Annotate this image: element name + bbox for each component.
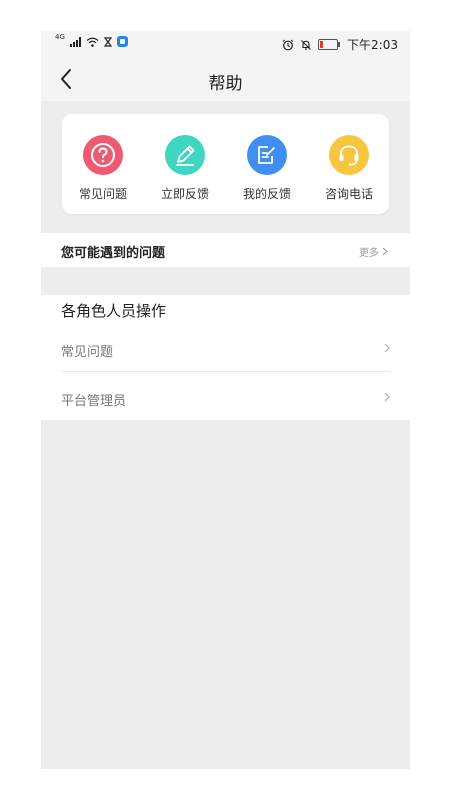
list-item-platform-admin[interactable]: 平台管理员 bbox=[61, 374, 390, 422]
navigation-bar: 帮助 bbox=[41, 57, 410, 101]
note-icon bbox=[247, 135, 287, 175]
status-left: 4G bbox=[55, 33, 128, 47]
clock-time: 下午2:03 bbox=[347, 38, 398, 52]
question-icon bbox=[83, 135, 123, 175]
chevron-right-icon bbox=[384, 392, 390, 402]
page-title: 帮助 bbox=[208, 74, 243, 94]
faq-section-title: 您可能遇到的问题 bbox=[61, 246, 166, 261]
status-bar: 4G 下午2:03 bbox=[41, 31, 410, 57]
divider bbox=[61, 371, 390, 372]
roles-section: 各角色人员操作 常见问题 平台管理员 bbox=[41, 295, 410, 420]
list-item-label: 平台管理员 bbox=[61, 394, 127, 409]
pencil-icon bbox=[165, 135, 205, 175]
quick-action-feedback[interactable]: 立即反馈 bbox=[144, 135, 226, 202]
hourglass-icon bbox=[103, 36, 112, 47]
quick-action-hotline[interactable]: 咨询电话 bbox=[308, 135, 390, 202]
quick-action-label: 常见问题 bbox=[78, 187, 127, 201]
battery-icon bbox=[318, 39, 341, 50]
list-item-label: 常见问题 bbox=[61, 345, 114, 360]
headset-icon bbox=[329, 135, 369, 175]
more-link[interactable]: 更多 bbox=[359, 244, 388, 259]
wifi-icon bbox=[86, 37, 99, 47]
phone-screen: 4G 下午2:03 帮助 常见问题 立即反馈 我的反馈 咨询电话 您可能遇到的问… bbox=[41, 31, 410, 769]
network-type: 4G bbox=[55, 33, 65, 41]
more-label: 更多 bbox=[359, 248, 379, 259]
quick-action-faq[interactable]: 常见问题 bbox=[62, 135, 144, 202]
chevron-right-icon bbox=[384, 343, 390, 353]
signal-icon bbox=[69, 36, 81, 47]
quick-action-my-feedback[interactable]: 我的反馈 bbox=[226, 135, 308, 202]
status-right: 下午2:03 bbox=[282, 36, 398, 53]
alarm-icon bbox=[282, 39, 294, 50]
chevron-right-icon bbox=[382, 247, 388, 256]
mute-bell-icon bbox=[301, 39, 311, 50]
quick-action-label: 立即反馈 bbox=[160, 187, 209, 201]
quick-actions-card: 常见问题 立即反馈 我的反馈 咨询电话 bbox=[62, 114, 389, 214]
faq-section-header: 您可能遇到的问题 更多 bbox=[41, 233, 410, 267]
quick-action-label: 我的反馈 bbox=[242, 187, 291, 201]
app-notification-icon bbox=[116, 36, 128, 47]
quick-action-label: 咨询电话 bbox=[324, 187, 373, 201]
list-item-faq[interactable]: 常见问题 bbox=[61, 325, 390, 373]
roles-section-title: 各角色人员操作 bbox=[61, 302, 167, 320]
